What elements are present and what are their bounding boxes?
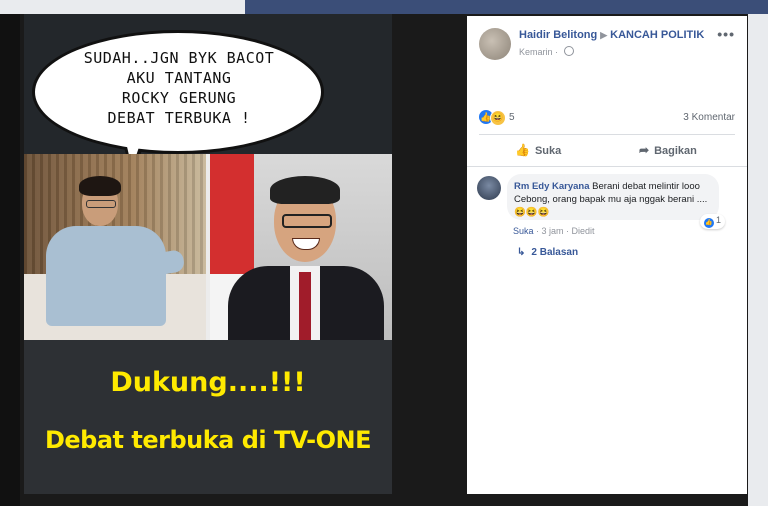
view-replies-link[interactable]: ↳ 2 Balasan xyxy=(517,247,578,258)
bubble-line-4: DEBAT TERBUKA ! xyxy=(107,109,251,127)
commenter-avatar[interactable] xyxy=(477,176,501,200)
divider xyxy=(479,134,735,135)
reaction-count: 5 xyxy=(509,112,515,123)
haha-reaction-icon: 😆 xyxy=(490,110,506,126)
photo-right-older-man xyxy=(210,154,392,340)
comment-reaction-count: 1 xyxy=(715,215,721,225)
like-button[interactable]: 👍 Suka xyxy=(515,143,561,157)
bubble-line-2: AKU TANTANG xyxy=(126,69,232,87)
comment-actions: Suka · 3 jam · Diedit xyxy=(513,226,595,236)
flag-icon xyxy=(210,154,254,274)
more-options-icon[interactable]: ••• xyxy=(717,26,735,42)
bubble-line-3: ROCKY GERUNG xyxy=(121,89,237,107)
author-name[interactable]: Haidir Belitong xyxy=(519,29,597,41)
right-sidebar-strip xyxy=(748,14,768,506)
divider xyxy=(467,166,747,167)
comment-bubble: Rm Edy Karyana Berani debat melintir loo… xyxy=(507,174,725,229)
caption-dukung: Dukung....!!! xyxy=(110,367,306,398)
group-name[interactable]: KANCAH POLITIK xyxy=(610,29,704,41)
top-bar-left-area xyxy=(0,0,245,14)
reply-arrow-icon: ↳ xyxy=(517,247,526,258)
comment-time[interactable]: 3 jam xyxy=(542,226,564,236)
comment-reaction-badge[interactable]: 👍 1 xyxy=(699,214,725,229)
replies-label: 2 Balasan xyxy=(531,247,579,258)
comment-count[interactable]: 3 Komentar xyxy=(683,112,735,123)
post-panel: Haidir Belitong ▶ KANCAH POLITIK ••• Kemar… xyxy=(467,16,747,494)
share-button-label: Bagikan xyxy=(654,145,697,157)
author-line: Haidir Belitong ▶ KANCAH POLITIK xyxy=(519,29,704,41)
caption-debat-terbuka: Debat terbuka di TV-ONE xyxy=(44,426,372,454)
globe-icon xyxy=(563,46,574,56)
comment-edited: Diedit xyxy=(571,226,595,236)
comment-text-block: Rm Edy Karyana Berani debat melintir loo… xyxy=(514,180,714,219)
post-meta: Kemarin · xyxy=(519,46,574,57)
thumbs-up-icon: 👍 xyxy=(515,143,530,157)
speech-bubble-text: SUDAH..JGN BYK BACOT AKU TANTANG ROCKY G… xyxy=(54,48,304,128)
share-button[interactable]: ➦ Bagikan xyxy=(639,143,697,157)
arrow-right-icon: ▶ xyxy=(600,30,608,40)
author-avatar[interactable] xyxy=(479,28,511,60)
like-reaction-icon: 👍 xyxy=(703,218,714,228)
bubble-line-1: SUDAH..JGN BYK BACOT xyxy=(83,49,275,67)
post-image[interactable]: SUDAH..JGN BYK BACOT AKU TANTANG ROCKY G… xyxy=(24,14,392,494)
browser-top-bar xyxy=(0,0,768,14)
share-arrow-icon: ➦ xyxy=(639,143,650,157)
photo-left-young-man xyxy=(24,154,206,340)
post-timestamp[interactable]: Kemarin xyxy=(519,47,553,57)
left-background-strip xyxy=(0,14,20,506)
like-button-label: Suka xyxy=(534,145,562,157)
comment-like-link[interactable]: Suka xyxy=(513,226,534,236)
comment-emojis: 😆😆😆 xyxy=(514,207,550,218)
commenter-name[interactable]: Rm Edy Karyana xyxy=(514,181,590,192)
